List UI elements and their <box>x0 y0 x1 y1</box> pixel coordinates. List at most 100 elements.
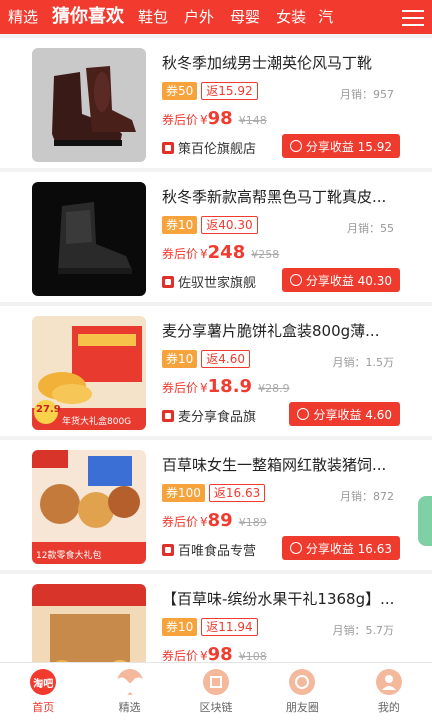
product-title[interactable]: 秋冬季加绒男士潮英伦风马丁靴 <box>162 52 412 73</box>
nav-blockchain[interactable]: 区块链 <box>173 663 259 720</box>
product-image-snack-pack[interactable]: 12款零食大礼包 <box>32 450 146 564</box>
original-price: ¥148 <box>238 114 267 127</box>
rebate-badge: 返11.94 <box>201 618 258 636</box>
category-tab-featured[interactable]: 精选 <box>0 0 46 34</box>
share-icon <box>289 274 302 286</box>
after-coupon-label: 券后价 <box>162 381 199 395</box>
after-coupon-label: 券后价 <box>162 113 199 127</box>
price: 18.9 <box>207 376 253 397</box>
blockchain-icon <box>203 669 230 695</box>
monthly-sales: 月销：872 <box>340 490 394 503</box>
after-coupon-label: 券后价 <box>162 515 199 529</box>
product-title[interactable]: 麦分享薯片脆饼礼盒装800g薄... <box>162 320 412 341</box>
coupon-badge: 券10 <box>162 350 198 368</box>
price: 89 <box>207 510 233 531</box>
monthly-sales: 月销：957 <box>340 88 394 101</box>
shop-name: 佐驭世家旗舰 <box>178 276 257 291</box>
home-taobao-icon: 淘吧 <box>30 669 57 695</box>
heart-icon <box>116 669 143 695</box>
floating-side-tab[interactable] <box>418 496 432 546</box>
nav-home[interactable]: 淘吧 首页 <box>0 663 86 720</box>
share-earnings-button[interactable]: 分享收益 40.30 <box>281 268 400 292</box>
product-card[interactable]: 秋冬季新款高帮黑色马丁靴真皮... 券10 返40.30 月销：55 券后价 ¥… <box>0 172 432 302</box>
coupon-badge: 券10 <box>162 618 198 636</box>
monthly-sales: 月销：55 <box>347 222 394 235</box>
share-earnings-button[interactable]: 分享收益 16.63 <box>281 536 400 560</box>
product-card[interactable]: 秋冬季加绒男士潮英伦风马丁靴 券50 返15.92 月销：957 券后价 ¥ 9… <box>0 38 432 168</box>
product-image-fruit-gift-box[interactable] <box>32 584 146 662</box>
share-earnings-label: 分享收益 15.92 <box>305 139 392 154</box>
shop-name: 麦分享食品旗 <box>178 410 257 425</box>
share-earnings-label: 分享收益 16.63 <box>305 541 392 556</box>
product-card[interactable]: 12款零食大礼包 百草味女生一整箱网红散装猪饲... 券100 返16.63 月… <box>0 440 432 570</box>
tmall-icon <box>162 275 174 288</box>
share-earnings-button[interactable]: 分享收益 15.92 <box>281 134 400 158</box>
nav-blockchain-label: 区块链 <box>199 701 233 714</box>
nav-featured-label: 精选 <box>118 701 141 714</box>
category-tab-shoes-bags[interactable]: 鞋包 <box>130 0 176 34</box>
product-card[interactable]: 27.9 年货大礼盒800G 麦分享薯片脆饼礼盒装800g薄... 券10 返4… <box>0 306 432 436</box>
share-icon <box>289 140 302 152</box>
after-coupon-label: 券后价 <box>162 247 199 261</box>
tmall-icon <box>162 141 174 154</box>
share-icon <box>289 542 302 554</box>
original-price: ¥108 <box>238 650 267 662</box>
shop-name-row[interactable]: 麦分享食品旗 <box>162 406 256 425</box>
price: 248 <box>207 242 246 263</box>
rebate-badge: 返40.30 <box>201 216 258 234</box>
tmall-icon <box>162 543 174 556</box>
product-image-black-boot[interactable] <box>32 182 146 296</box>
share-earnings-label: 分享收益 40.30 <box>305 273 392 288</box>
rebate-badge: 返4.60 <box>201 350 251 368</box>
original-price: ¥28.9 <box>258 382 290 395</box>
after-coupon-label: 券后价 <box>162 649 199 662</box>
product-title[interactable]: 秋冬季新款高帮黑色马丁靴真皮... <box>162 186 412 207</box>
monthly-sales: 月销：1.5万 <box>332 356 395 369</box>
currency-symbol: ¥ <box>200 515 208 529</box>
rebate-badge: 返15.92 <box>201 82 258 100</box>
shop-name: 策百伦旗舰店 <box>178 142 257 157</box>
product-list[interactable]: 秋冬季加绒男士潮英伦风马丁靴 券50 返15.92 月销：957 券后价 ¥ 9… <box>0 34 432 662</box>
original-price: ¥189 <box>238 516 267 529</box>
share-earnings-button[interactable]: 分享收益 4.60 <box>289 402 400 426</box>
nav-featured[interactable]: 精选 <box>86 663 172 720</box>
category-bar: 精选 猜你喜欢 鞋包 户外 母婴 女装 汽 <box>0 0 432 34</box>
category-tab-auto[interactable]: 汽 <box>314 0 336 34</box>
gift-box-caption: 年货大礼盒800G <box>62 417 132 427</box>
gift-pack-caption: 12款零食大礼包 <box>36 551 102 561</box>
category-tab-womens-wear[interactable]: 女装 <box>268 0 314 34</box>
shop-name: 百唯食品专营 <box>178 544 257 559</box>
nav-profile[interactable]: 我的 <box>346 663 432 720</box>
category-tab-mother-baby[interactable]: 母婴 <box>222 0 268 34</box>
nav-moments[interactable]: 朋友圈 <box>259 663 345 720</box>
shop-name-row[interactable]: 百唯食品专营 <box>162 540 256 559</box>
currency-symbol: ¥ <box>200 381 208 395</box>
share-earnings-label: 分享收益 4.60 <box>313 407 392 422</box>
menu-icon[interactable] <box>402 7 424 27</box>
price-sticker: 27.9 <box>36 404 61 415</box>
monthly-sales: 月销：5.7万 <box>332 624 395 637</box>
currency-symbol: ¥ <box>200 247 208 261</box>
camera-icon <box>289 669 316 695</box>
nav-home-label: 首页 <box>32 701 55 714</box>
product-card[interactable]: 【百草味-缤纷水果干礼1368g】... 券10 返11.94 月销：5.7万 … <box>0 574 432 662</box>
shop-name-row[interactable]: 佐驭世家旗舰 <box>162 272 256 291</box>
shop-name-row[interactable]: 策百伦旗舰店 <box>162 138 256 157</box>
nav-moments-label: 朋友圈 <box>285 701 319 714</box>
price: 98 <box>207 108 233 129</box>
coupon-badge: 券50 <box>162 82 198 100</box>
share-icon <box>297 408 310 420</box>
nav-profile-label: 我的 <box>377 701 400 714</box>
coupon-badge: 券100 <box>162 484 205 502</box>
original-price: ¥258 <box>251 248 280 261</box>
profile-icon <box>375 669 402 695</box>
product-title[interactable]: 【百草味-缤纷水果干礼1368g】... <box>162 588 412 609</box>
category-tab-outdoor[interactable]: 户外 <box>176 0 222 34</box>
category-tab-guess-you-like[interactable]: 猜你喜欢 <box>46 0 130 34</box>
price: 98 <box>207 644 233 662</box>
product-title[interactable]: 百草味女生一整箱网红散装猪饲... <box>162 454 412 475</box>
product-image-snack-box[interactable]: 27.9 年货大礼盒800G <box>32 316 146 430</box>
product-image-boot[interactable] <box>32 48 146 162</box>
bottom-nav: 淘吧 首页 精选 区块链 朋友圈 我的 <box>0 662 432 720</box>
coupon-badge: 券10 <box>162 216 198 234</box>
